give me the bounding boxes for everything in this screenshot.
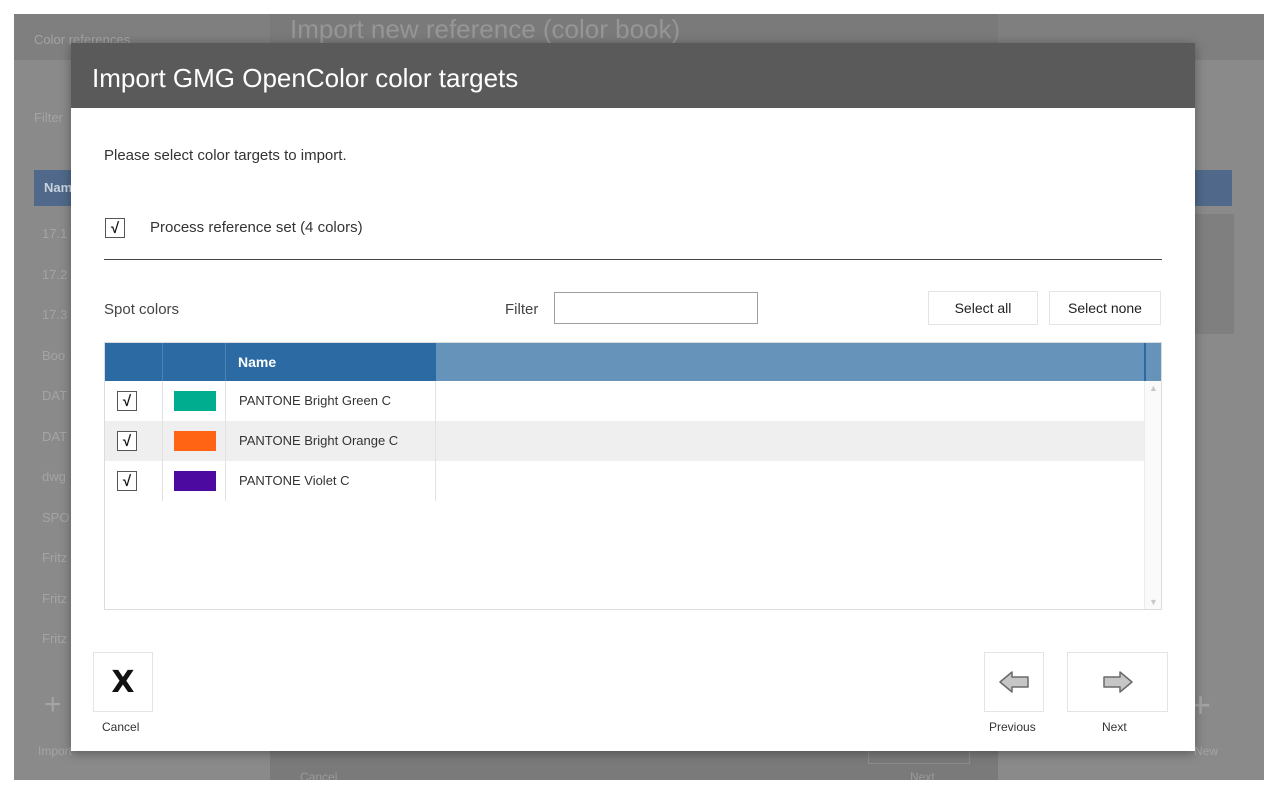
dialog-title: Import GMG OpenColor color targets <box>92 63 519 93</box>
select-all-button[interactable]: Select all <box>928 291 1038 325</box>
background-next-label: Next <box>910 770 935 780</box>
process-set-checkbox[interactable]: √ <box>105 218 125 238</box>
row-check-cell: √ <box>105 461 163 501</box>
background-row: 17.3 <box>42 307 68 322</box>
checkmark-icon: √ <box>110 219 120 237</box>
instruction-text: Please select color targets to import. <box>104 147 347 164</box>
background-row: 17.2 <box>42 266 68 282</box>
row-name: PANTONE Violet C <box>226 461 436 501</box>
cancel-button[interactable]: X <box>93 652 153 712</box>
background-import-label: Import <box>38 744 73 758</box>
close-icon: X <box>111 664 135 700</box>
background-row: DAT <box>42 388 68 403</box>
row-check-cell: √ <box>105 421 163 461</box>
row-name: PANTONE Bright Orange C <box>226 421 436 461</box>
color-swatch <box>174 391 216 411</box>
background-row: 17.1 <box>42 226 68 241</box>
background-row: SPO <box>42 509 70 525</box>
row-checkbox[interactable]: √ <box>117 471 137 491</box>
row-checkbox[interactable]: √ <box>117 431 137 451</box>
previous-button[interactable] <box>984 652 1044 712</box>
row-name: PANTONE Bright Green C <box>226 381 436 421</box>
filter-label: Filter <box>505 301 539 318</box>
dialog-header: Import GMG OpenColor color targets <box>71 43 1195 108</box>
divider <box>104 259 1162 260</box>
column-header-name[interactable]: Name <box>226 343 436 381</box>
table-row[interactable]: √ PANTONE Bright Orange C <box>105 421 1144 461</box>
background-new-label: New <box>1194 744 1219 758</box>
select-none-button[interactable]: Select none <box>1049 291 1161 325</box>
next-button[interactable] <box>1067 652 1168 712</box>
filter-input[interactable] <box>554 292 758 324</box>
row-checkbox[interactable]: √ <box>117 391 137 411</box>
scroll-down-icon[interactable]: ▼ <box>1149 597 1158 607</box>
arrow-right-icon <box>1102 671 1133 693</box>
color-swatch <box>174 471 216 491</box>
header-scroll-cap <box>1144 343 1146 381</box>
previous-label: Previous <box>989 720 1036 734</box>
color-swatch <box>174 431 216 451</box>
table-body: √ PANTONE Bright Green C √ PANTONE Brigh… <box>105 381 1144 501</box>
row-swatch-cell <box>163 461 226 501</box>
column-header-swatch[interactable] <box>163 343 226 381</box>
background-row: dwg <box>42 469 66 484</box>
checkmark-icon: √ <box>122 472 132 490</box>
import-dialog: Import GMG OpenColor color targets Pleas… <box>71 43 1195 751</box>
background-dialog-title: Import new reference (color book) <box>290 14 681 44</box>
background-side-panel <box>1194 214 1234 334</box>
table-row[interactable]: √ PANTONE Violet C <box>105 461 1144 501</box>
table-scrollbar[interactable]: ▲ ▼ <box>1144 381 1161 609</box>
table-header: Name <box>105 343 1161 381</box>
background-rows: 17.1 17.2 17.3 Boo DAT DAT dwg SPO Fritz… <box>42 214 69 660</box>
scroll-up-icon[interactable]: ▲ <box>1149 383 1158 393</box>
process-set-label[interactable]: Process reference set (4 colors) <box>150 218 363 238</box>
spot-colors-label: Spot colors <box>104 301 180 318</box>
checkmark-icon: √ <box>122 432 132 450</box>
background-row: DAT <box>42 428 68 444</box>
spot-colors-table: Name √ PANTONE Bright Green C √ PANTONE … <box>104 342 1162 610</box>
background-row: Fritz <box>42 550 68 565</box>
arrow-left-icon <box>999 671 1029 693</box>
cancel-label: Cancel <box>102 720 140 734</box>
background-row: Boo <box>42 347 66 363</box>
table-row[interactable]: √ PANTONE Bright Green C <box>105 381 1144 421</box>
next-label: Next <box>1102 720 1127 734</box>
background-filter-label: Filter <box>34 110 63 125</box>
row-swatch-cell <box>163 421 226 461</box>
background-row: Fritz <box>42 590 68 606</box>
column-header-check[interactable] <box>105 343 163 381</box>
background-add-icon: + <box>44 688 62 721</box>
row-check-cell: √ <box>105 381 163 421</box>
checkmark-icon: √ <box>122 392 132 410</box>
background-cancel-label: Cancel <box>300 770 338 780</box>
background-row: Fritz <box>42 631 68 646</box>
row-swatch-cell <box>163 381 226 421</box>
